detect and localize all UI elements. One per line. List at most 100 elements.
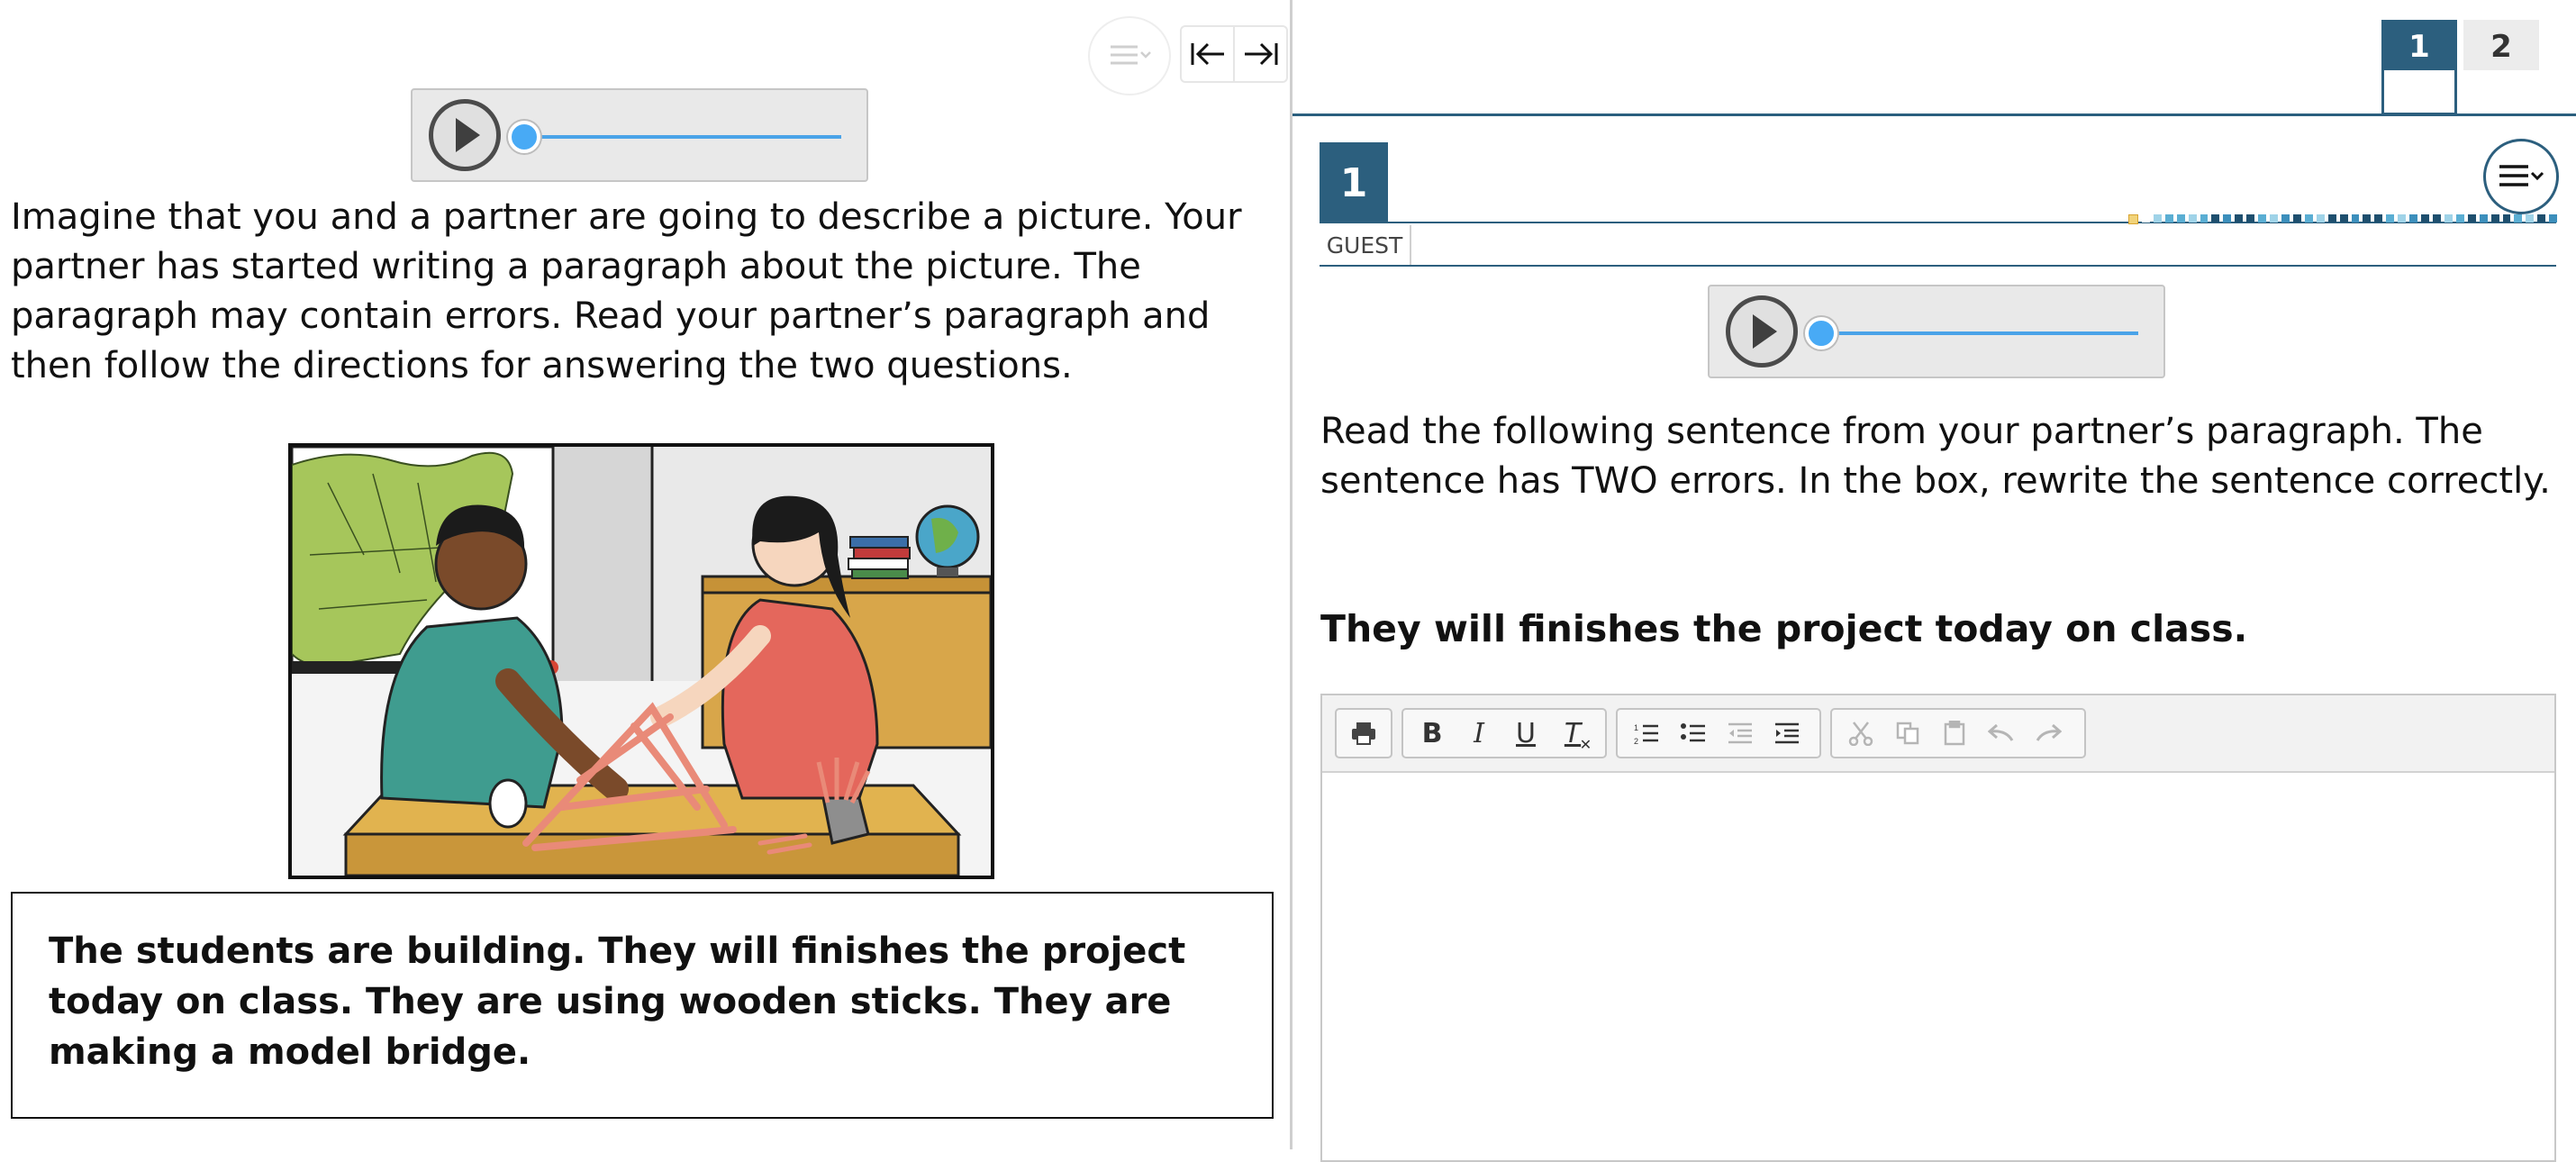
response-editor: B I U T ✕ 12 [1320, 694, 2556, 1162]
progress-segment [2526, 214, 2535, 222]
format-group: B I U T ✕ [1401, 708, 1607, 758]
progress-indicator [2128, 214, 2558, 224]
numbered-list-button[interactable]: 12 [1623, 713, 1670, 753]
outdent-icon [1728, 722, 1752, 744]
svg-text:2: 2 [1634, 737, 1638, 745]
progress-segment [2467, 214, 2476, 222]
edit-group [1830, 708, 2086, 758]
progress-segment [2514, 214, 2523, 222]
sentence-with-errors: They will finishes the project today on … [1320, 607, 2248, 650]
collapse-left-button[interactable] [1182, 27, 1233, 81]
progress-segment [2502, 214, 2511, 222]
progress-segment [2432, 214, 2441, 222]
stimulus-pane: Imagine that you and a partner are going… [0, 0, 1290, 1149]
undo-button[interactable] [1978, 713, 2025, 753]
progress-segment [2398, 214, 2407, 222]
pane-resize-controls [1180, 25, 1288, 83]
play-icon [1753, 314, 1777, 349]
question-number: 1 [1320, 142, 1388, 223]
audio-progress-track[interactable] [1816, 331, 2138, 335]
bulleted-list-button[interactable] [1670, 713, 1717, 753]
arrow-right-bar-icon [1244, 42, 1277, 66]
progress-segment [2304, 214, 2313, 222]
expand-right-button[interactable] [1233, 27, 1286, 81]
indent-button[interactable] [1764, 713, 1810, 753]
svg-text:1: 1 [1634, 723, 1638, 732]
progress-segment [2246, 214, 2255, 222]
scissors-icon [1848, 722, 1873, 746]
progress-segment [2409, 214, 2418, 222]
play-button[interactable] [429, 99, 501, 171]
partner-paragraph: The students are building. They will fin… [11, 892, 1274, 1119]
tab-question-2[interactable]: 2 [2463, 20, 2539, 70]
progress-segment [2444, 214, 2453, 222]
progress-segment [2339, 214, 2348, 222]
progress-segment [2455, 214, 2464, 222]
progress-segment [2537, 214, 2546, 222]
audio-progress-track[interactable] [519, 135, 841, 139]
question-pane: 1 2 1 GUEST Read the following sentence … [1293, 0, 2576, 1162]
redo-icon [2036, 723, 2062, 741]
remove-format-glyph: T [1564, 717, 1582, 749]
progress-segment [2200, 214, 2209, 222]
progress-segment [2176, 214, 2185, 222]
progress-segment [2292, 214, 2301, 222]
print-button[interactable] [1342, 713, 1385, 753]
italic-button[interactable]: I [1456, 713, 1502, 753]
bulleted-list-icon [1681, 723, 1705, 742]
progress-segment [2270, 214, 2278, 222]
clear-format-button[interactable]: T ✕ [1549, 713, 1596, 753]
progress-segment [2351, 214, 2360, 222]
arrow-left-bar-icon [1191, 42, 1224, 66]
printer-icon [1352, 722, 1375, 745]
copy-icon [1896, 722, 1919, 745]
progress-segment [2479, 214, 2488, 222]
stimulus-audio-player [411, 88, 868, 182]
progress-segment [2258, 214, 2267, 222]
progress-segment [2153, 214, 2162, 222]
tab-question-1[interactable]: 1 [2381, 20, 2457, 115]
audio-scrub-handle[interactable] [1805, 317, 1837, 350]
question-context-menu-button[interactable] [2483, 139, 2559, 214]
print-group [1335, 708, 1392, 758]
progress-segment [2211, 214, 2220, 222]
progress-segment [2549, 214, 2558, 222]
play-icon [456, 118, 480, 152]
redo-button[interactable] [2025, 713, 2072, 753]
progress-segment [2164, 214, 2173, 222]
remove-format-icon: T ✕ [1564, 717, 1592, 753]
user-label: GUEST [1320, 225, 1411, 265]
play-button[interactable] [1726, 295, 1798, 368]
progress-segment [2421, 214, 2429, 222]
audio-scrub-handle[interactable] [508, 121, 540, 153]
progress-segment [2141, 214, 2150, 222]
question-prompt: Read the following sentence from your pa… [1320, 411, 2551, 502]
cut-button[interactable] [1837, 713, 1884, 753]
progress-segment [2235, 214, 2244, 222]
editor-toolbar: B I U T ✕ 12 [1322, 695, 2554, 773]
stimulus-directions: Imagine that you and a partner are going… [11, 196, 1242, 386]
tab-label: 2 [2490, 29, 2512, 65]
response-text-area[interactable] [1322, 773, 2554, 1160]
progress-segment [2223, 214, 2232, 222]
question-audio-player [1708, 285, 2165, 378]
paste-button[interactable] [1931, 713, 1978, 753]
progress-segment [2281, 214, 2290, 222]
progress-segment [2128, 214, 2138, 224]
progress-segment [2316, 214, 2325, 222]
students-building-bridge-illustration [288, 443, 994, 879]
outdent-button[interactable] [1717, 713, 1764, 753]
hamburger-icon [1111, 45, 1151, 65]
underline-button[interactable]: U [1502, 713, 1549, 753]
progress-segment [2327, 214, 2336, 222]
indent-icon [1775, 722, 1799, 744]
list-group: 12 [1616, 708, 1821, 758]
question-subheader-rule [1320, 265, 2556, 267]
stimulus-menu-button[interactable] [1088, 16, 1171, 95]
progress-segment [2374, 214, 2383, 222]
bold-button[interactable]: B [1409, 713, 1456, 753]
undo-icon [1988, 723, 2014, 741]
copy-button[interactable] [1884, 713, 1931, 753]
clipboard-icon [1944, 721, 1965, 746]
progress-segment [2188, 214, 2197, 222]
